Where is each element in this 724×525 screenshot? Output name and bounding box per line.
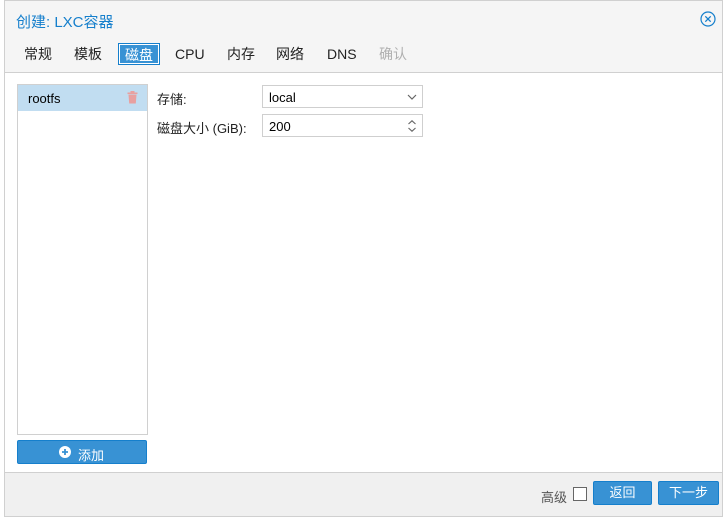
disk-list: rootfs: [17, 84, 148, 435]
tab-memory[interactable]: 内存: [221, 43, 261, 65]
trash-icon[interactable]: [127, 91, 138, 104]
next-button[interactable]: 下一步: [658, 481, 719, 505]
tab-template[interactable]: 模板: [68, 43, 108, 65]
storage-value: local: [269, 90, 296, 105]
plus-circle-icon: [59, 446, 71, 458]
create-lxc-dialog: 创建: LXC容器 常规 模板 磁盘 CPU 内存 网络 DNS 确认 root…: [4, 0, 723, 517]
dialog-footer: 高级 返回 下一步: [5, 473, 722, 516]
tab-disk[interactable]: 磁盘: [118, 43, 160, 65]
add-disk-label: 添加: [78, 448, 105, 463]
disk-size-value: 200: [269, 119, 291, 134]
advanced-checkbox[interactable]: [573, 487, 587, 501]
storage-label: 存储:: [157, 92, 187, 107]
disk-item-label: rootfs: [28, 91, 61, 106]
disk-size-field[interactable]: 200: [262, 114, 423, 137]
close-icon[interactable]: [700, 11, 716, 27]
storage-select[interactable]: local: [262, 85, 423, 108]
tab-cpu[interactable]: CPU: [169, 43, 211, 65]
chevron-down-icon[interactable]: [406, 90, 418, 104]
tab-network[interactable]: 网络: [270, 43, 310, 65]
wizard-tabbar: 常规 模板 磁盘 CPU 内存 网络 DNS 确认: [5, 41, 722, 71]
advanced-label: 高级: [541, 490, 568, 505]
disk-panel: rootfs 添加 存储: local 磁盘大小 (GiB): 200: [5, 72, 722, 473]
tab-general[interactable]: 常规: [18, 43, 58, 65]
dialog-titlebar: 创建: LXC容器: [5, 1, 722, 37]
disk-item-rootfs[interactable]: rootfs: [18, 85, 147, 111]
disk-size-label: 磁盘大小 (GiB):: [157, 121, 247, 136]
tab-confirm: 确认: [379, 46, 407, 62]
tab-dns[interactable]: DNS: [321, 43, 363, 65]
add-disk-button[interactable]: 添加: [17, 440, 147, 464]
back-button[interactable]: 返回: [593, 481, 652, 505]
spinner-icon[interactable]: [406, 119, 418, 133]
dialog-title: 创建: LXC容器: [16, 14, 114, 31]
